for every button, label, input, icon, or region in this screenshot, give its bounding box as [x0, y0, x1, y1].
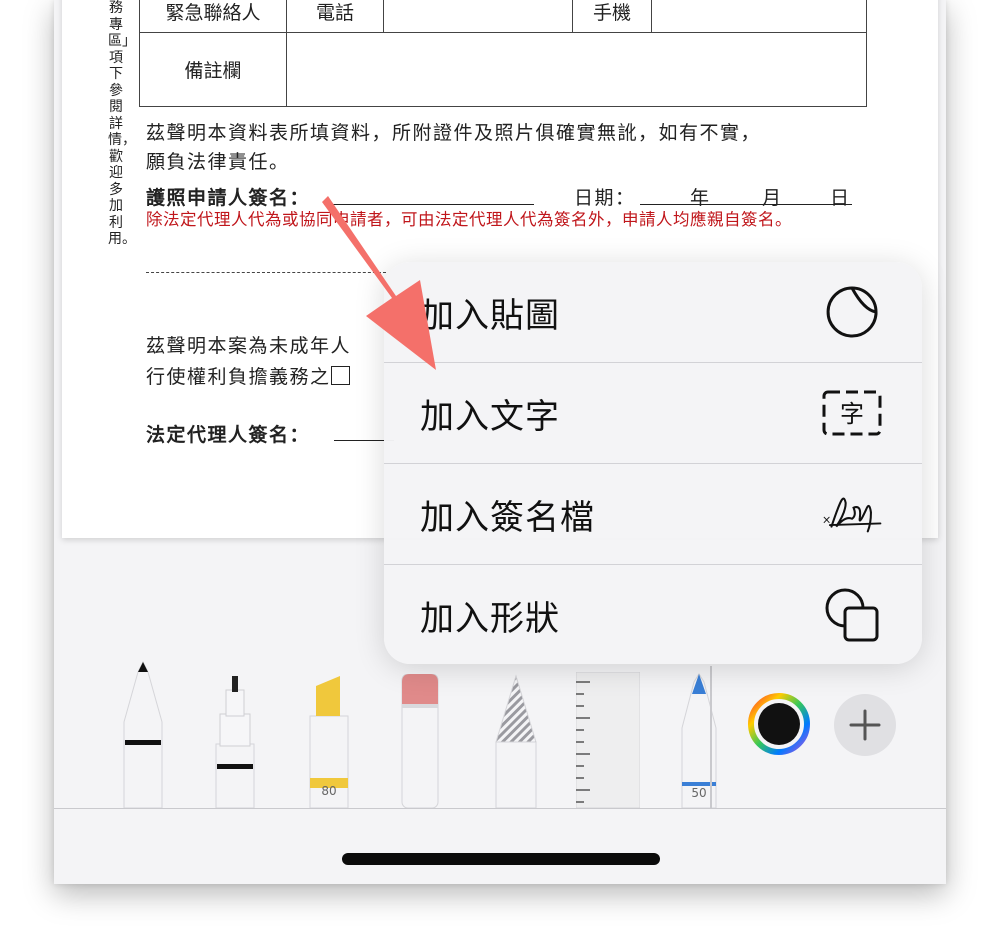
date-day: 日 [830, 187, 851, 209]
form-table: 緊急聯絡人 電話 手機 備註欄 [139, 0, 867, 107]
home-indicator[interactable] [342, 853, 660, 865]
tool-palette: 80 50 [54, 640, 946, 809]
pointer-arrow-icon [322, 196, 436, 370]
crayon-tool[interactable]: 50 [676, 672, 722, 809]
date-month: 月 [762, 187, 783, 209]
remarks-label: 備註欄 [139, 32, 287, 107]
guardian-signature-label: 法定代理人簽名： [146, 424, 311, 446]
sticker-icon [822, 282, 882, 342]
menu-item-add-signature[interactable]: 加入簽名檔 × [384, 464, 922, 565]
menu-item-add-shape[interactable]: 加入形狀 [384, 565, 922, 664]
color-picker-button[interactable] [747, 692, 811, 756]
side-note: 務專區」項下參閱詳情，歡迎多加利用。 [108, 0, 136, 247]
pencil-tool[interactable] [492, 674, 540, 809]
add-menu: 加入貼圖 加入文字 字 加入簽名檔 × 加入形狀 [384, 262, 922, 664]
menu-item-add-text[interactable]: 加入文字 字 [384, 363, 922, 464]
mobile-value[interactable] [651, 0, 867, 33]
menu-item-label: 加入簽名檔 [420, 497, 595, 538]
tool-divider [710, 666, 712, 808]
remarks-value[interactable] [286, 32, 867, 107]
fineliner-tool[interactable] [212, 674, 258, 809]
date-line[interactable] [640, 180, 852, 205]
add-button[interactable] [834, 694, 896, 756]
pen-tool[interactable] [120, 652, 166, 809]
emergency-contact-label: 緊急聯絡人 [139, 0, 287, 33]
shapes-icon [822, 585, 882, 645]
crayon-size-label: 50 [691, 786, 707, 800]
mobile-label: 手機 [572, 0, 652, 33]
menu-item-add-sticker[interactable]: 加入貼圖 [384, 262, 922, 363]
text-box-icon-glyph: 字 [840, 400, 864, 428]
red-note: 除法定代理人代為或協同申請者，可由法定代理人代為簽名外，申請人均應親自簽名。 [146, 210, 792, 229]
ruler-tool[interactable] [575, 671, 641, 809]
signature-label: 護照申請人簽名： [146, 187, 311, 209]
declaration-line-1: 茲聲明本資料表所填資料，所附證件及照片俱確實無訛，如有不實， [146, 122, 762, 144]
phone-value[interactable] [383, 0, 573, 33]
plus-icon [849, 709, 881, 741]
date-label: 日期： [574, 187, 636, 209]
eraser-tool[interactable] [400, 673, 440, 809]
menu-item-label: 加入文字 [420, 396, 560, 437]
declaration-line-2: 願負法律責任。 [146, 151, 290, 173]
menu-item-label: 加入形狀 [420, 598, 560, 639]
signature-icon: × [822, 484, 882, 544]
phone-label: 電話 [286, 0, 384, 33]
highlighter-tool[interactable]: 80 [306, 672, 352, 809]
text-box-icon: 字 [822, 383, 882, 443]
phone-screen: 務專區」項下參閱詳情，歡迎多加利用。 緊急聯絡人 電話 手機 備註欄 茲聲明本資… [54, 0, 946, 884]
date-year: 年 [690, 187, 711, 209]
highlighter-opacity-label: 80 [321, 784, 337, 798]
